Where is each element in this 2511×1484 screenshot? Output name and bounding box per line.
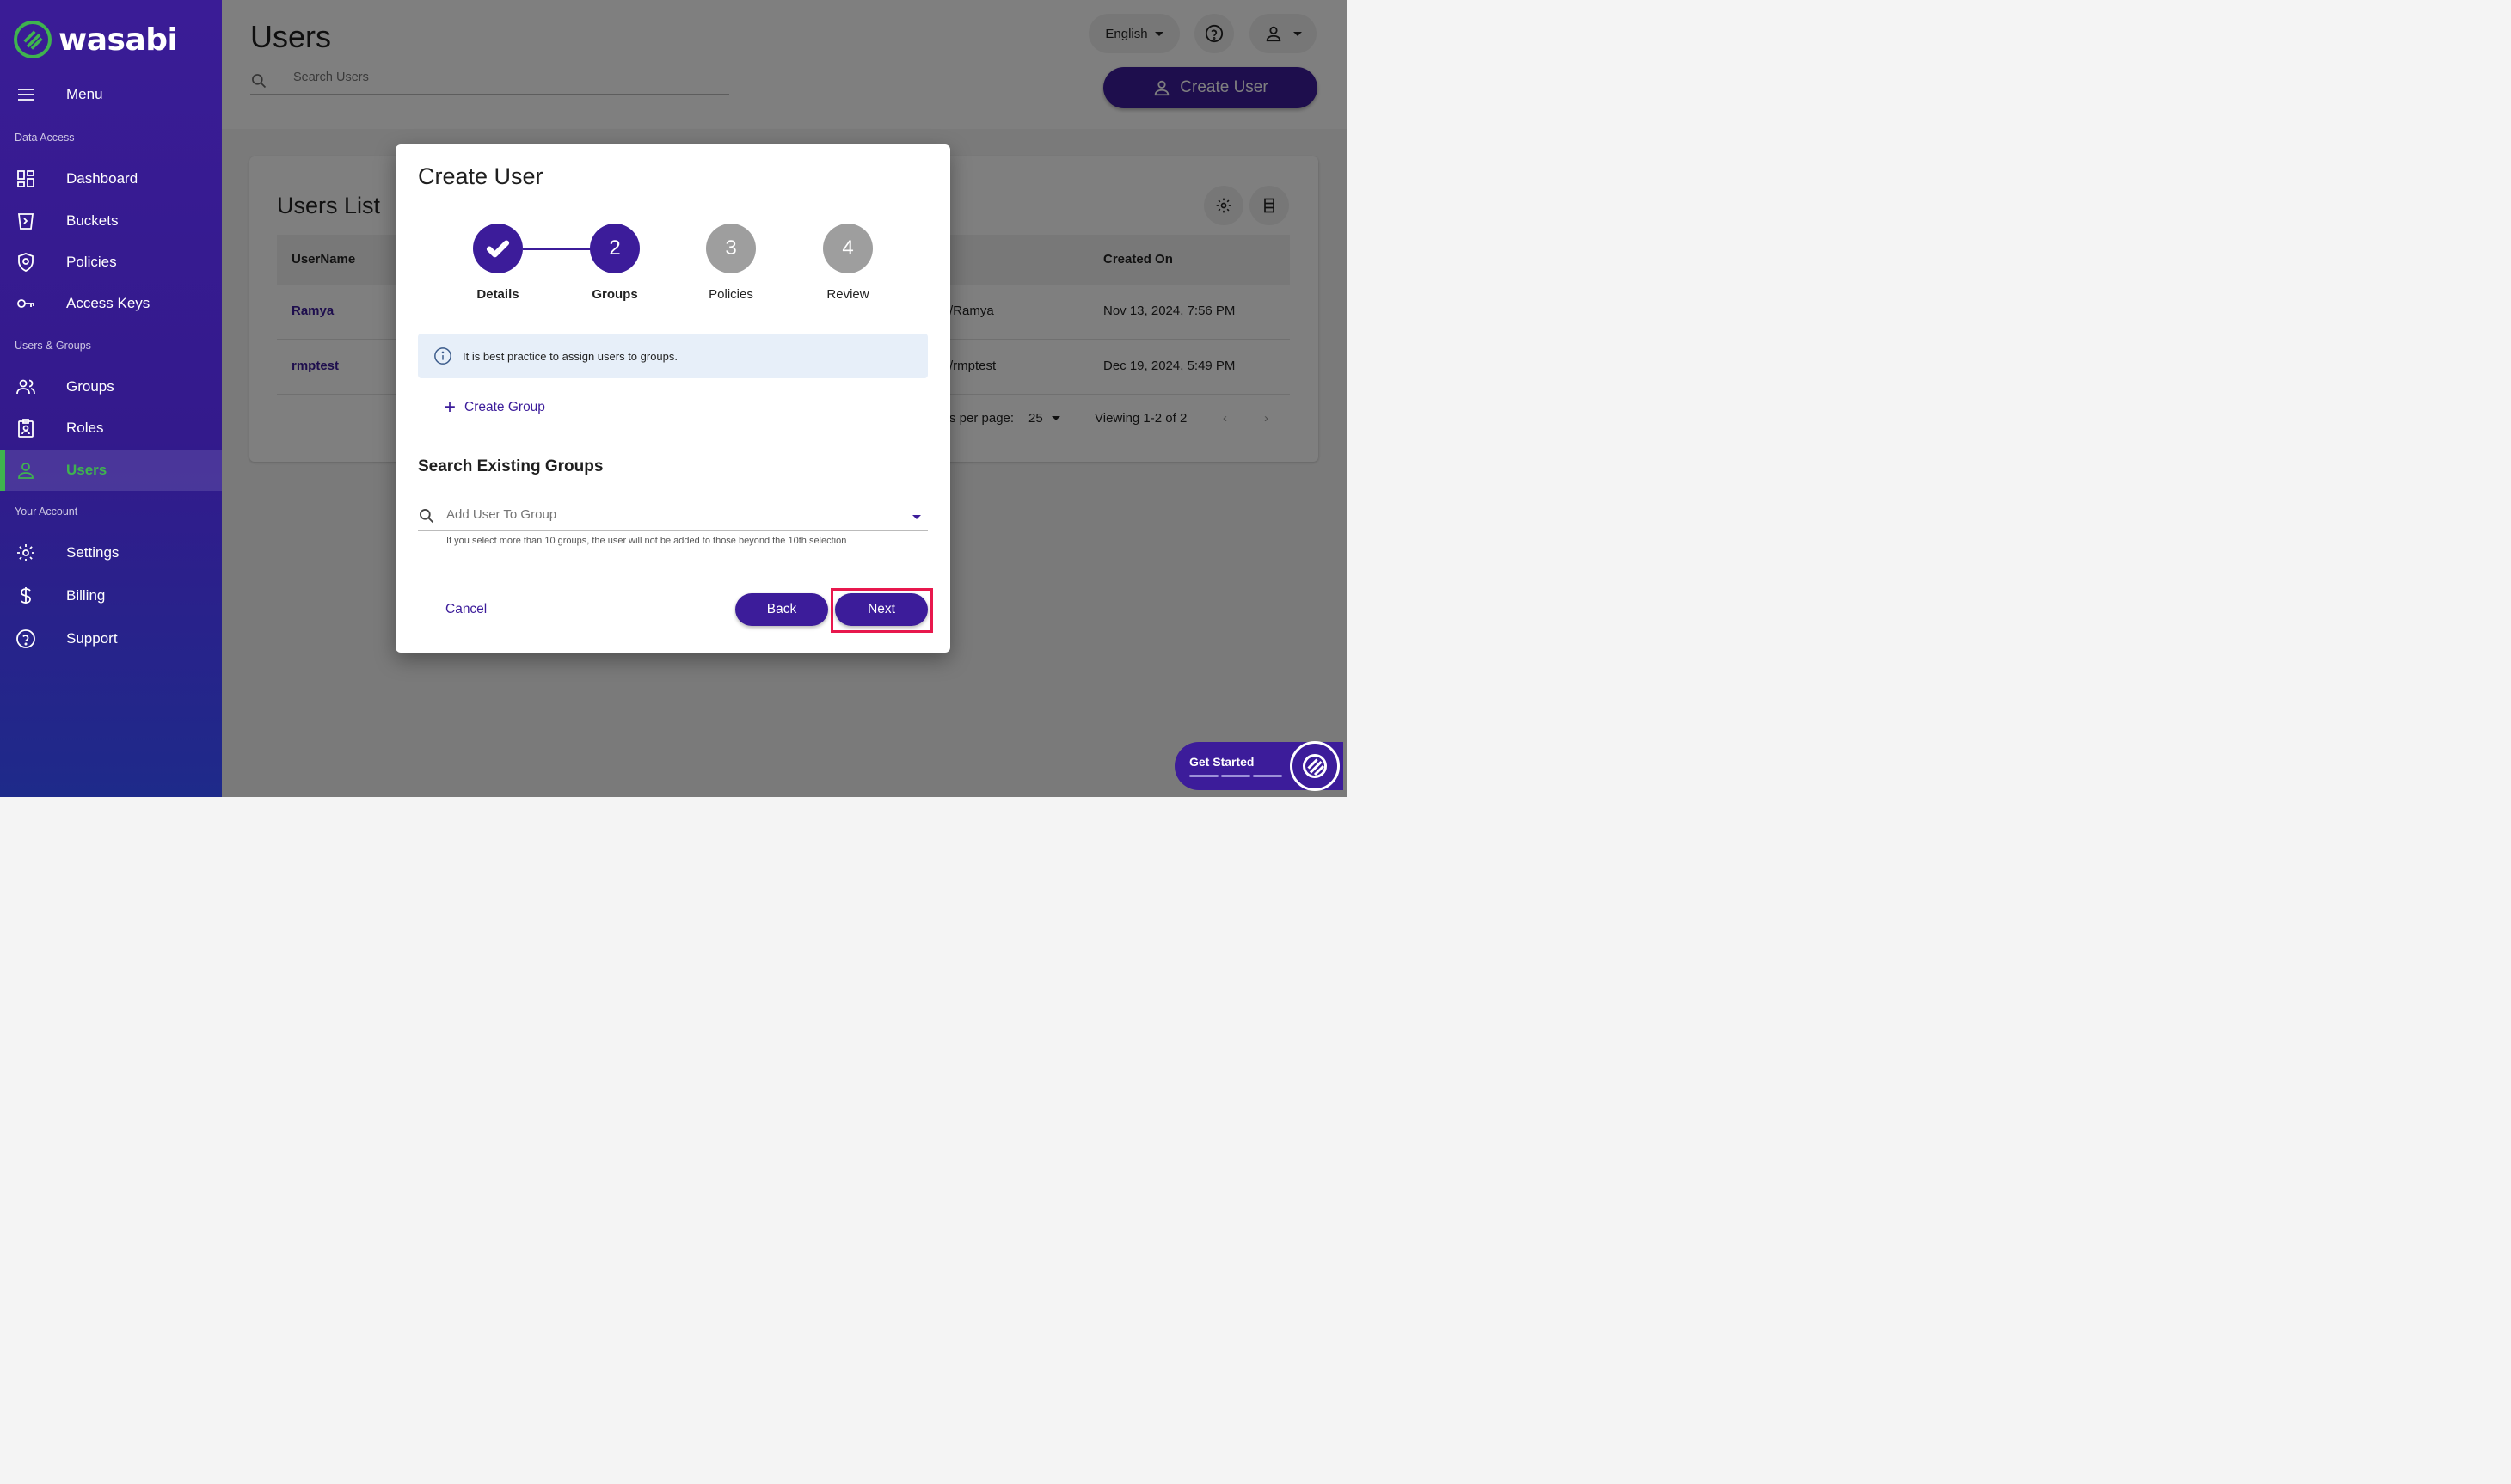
search-icon	[420, 509, 434, 524]
dashboard-icon	[15, 169, 36, 189]
sidebar-item-label: Policies	[66, 254, 117, 270]
create-group-button[interactable]: + Create Group	[444, 396, 545, 419]
stepper-connector	[523, 248, 592, 250]
dialog-title: Create User	[418, 163, 543, 189]
info-icon	[434, 347, 451, 365]
sidebar-item-users[interactable]: Users	[0, 450, 222, 491]
sidebar-item-label: Billing	[66, 587, 106, 604]
next-button[interactable]: Next	[835, 593, 928, 626]
cancel-button[interactable]: Cancel	[445, 602, 487, 617]
wasabi-logo-icon	[1303, 754, 1327, 778]
step-review: 4	[823, 224, 873, 273]
check-icon	[486, 240, 510, 258]
section-your-account: Your Account	[15, 506, 78, 518]
sidebar-item-label: Access Keys	[66, 295, 150, 311]
help-icon	[15, 629, 36, 649]
sidebar-item-label: Users	[66, 462, 107, 478]
badge-icon	[15, 418, 36, 438]
dollar-icon	[15, 586, 36, 606]
plus-icon: +	[444, 396, 457, 419]
sidebar-item-access-keys[interactable]: Access Keys	[0, 283, 222, 324]
step-label-groups: Groups	[592, 287, 638, 302]
create-user-dialog: Create User 2 3 4 Details Groups Policie…	[396, 144, 950, 653]
search-groups-heading: Search Existing Groups	[418, 457, 604, 475]
key-icon	[15, 293, 36, 314]
info-alert: It is best practice to assign users to g…	[418, 334, 928, 378]
progress-segment	[1221, 775, 1250, 777]
wasabi-logo-icon	[14, 21, 52, 58]
menu-toggle[interactable]: Menu	[0, 74, 222, 115]
step-groups: 2	[590, 224, 640, 273]
sidebar-item-label: Buckets	[66, 212, 119, 229]
sidebar-item-billing[interactable]: Billing	[0, 575, 222, 616]
get-started-launcher[interactable]	[1290, 741, 1340, 791]
step-policies: 3	[706, 224, 756, 273]
sidebar-item-policies[interactable]: Policies	[0, 242, 222, 283]
sidebar-item-settings[interactable]: Settings	[0, 532, 222, 573]
sidebar: wasabi Menu Data Access Dashboard Bucket…	[0, 0, 222, 797]
sidebar-item-label: Dashboard	[66, 170, 138, 187]
chevron-down-icon[interactable]	[912, 515, 921, 519]
add-user-to-group-select[interactable]	[418, 504, 928, 531]
sidebar-item-label: Settings	[66, 544, 120, 561]
sidebar-item-dashboard[interactable]: Dashboard	[0, 158, 222, 199]
get-started-label: Get Started	[1189, 755, 1255, 769]
info-text: It is best practice to assign users to g…	[463, 349, 678, 363]
sidebar-item-buckets[interactable]: Buckets	[0, 200, 222, 242]
progress-segment	[1253, 775, 1282, 777]
group-search-input[interactable]	[446, 507, 893, 522]
sidebar-item-roles[interactable]: Roles	[0, 408, 222, 449]
sidebar-item-support[interactable]: Support	[0, 618, 222, 659]
create-group-label: Create Group	[464, 400, 545, 414]
gear-icon	[15, 543, 36, 563]
section-users-groups: Users & Groups	[15, 340, 91, 352]
bucket-icon	[15, 211, 36, 231]
shield-icon	[15, 252, 36, 273]
hamburger-icon	[15, 84, 36, 105]
step-details	[473, 224, 523, 273]
sidebar-item-label: Groups	[66, 378, 114, 395]
menu-label: Menu	[66, 86, 103, 102]
group-limit-hint: If you select more than 10 groups, the u…	[446, 536, 847, 546]
group-icon	[15, 377, 36, 397]
logo-text: wasabi	[58, 21, 178, 58]
progress-segment	[1189, 775, 1219, 777]
back-button[interactable]: Back	[735, 593, 828, 626]
sidebar-item-groups[interactable]: Groups	[0, 366, 222, 408]
sidebar-item-label: Support	[66, 630, 118, 647]
sidebar-item-label: Roles	[66, 420, 104, 436]
step-label-review: Review	[826, 287, 869, 302]
step-label-details: Details	[476, 287, 519, 302]
wasabi-logo[interactable]: wasabi	[14, 21, 178, 58]
user-icon	[15, 460, 36, 481]
section-data-access: Data Access	[15, 132, 75, 144]
step-label-policies: Policies	[709, 287, 753, 302]
